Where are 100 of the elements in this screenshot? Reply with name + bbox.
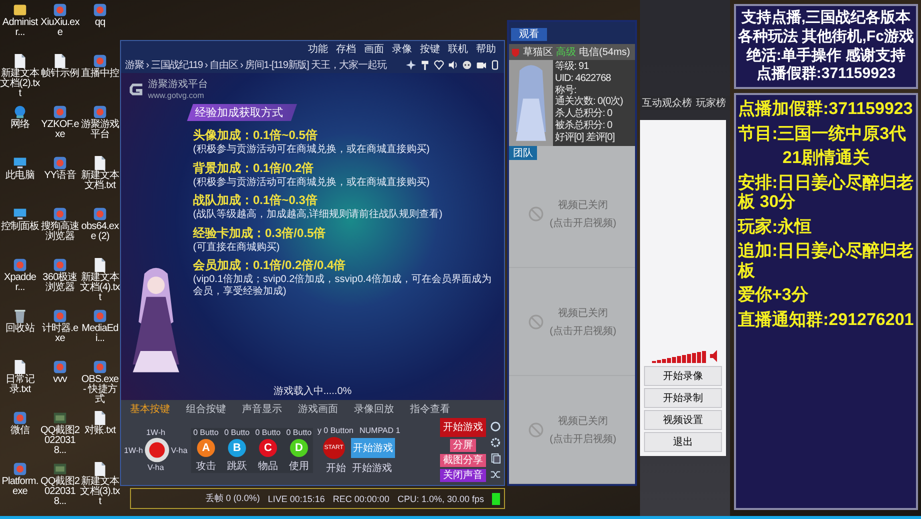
shortcut-label: YY语音 [43,171,77,181]
ranking-tab[interactable]: 玩家榜 [696,96,726,110]
recorder-button[interactable]: 视频设置 [644,410,722,430]
desktop-shortcut[interactable]: 此电脑 [0,153,40,204]
profile-stat: 被杀总积分: 0 [555,120,614,132]
menu-item[interactable]: 功能 [308,42,328,56]
shuffle-icon[interactable] [490,468,501,480]
desktop-shortcut[interactable]: qq [80,0,120,51]
menu-item[interactable]: 按键 [420,42,440,56]
joystick-icon[interactable] [144,437,170,463]
desktop-shortcut[interactable]: 微信 [0,408,40,459]
desktop-shortcut[interactable]: 360极速浏览器 [40,255,80,306]
signal-label: 高级 [556,46,576,59]
desktop-shortcut[interactable]: OBS.exe - 快捷方式 [80,357,120,408]
desktop-shortcut[interactable]: 控制面板 [0,204,40,255]
app-icon [93,53,107,69]
desktop-shortcut[interactable]: 回收站 [0,306,40,357]
watch-tab[interactable]: 观看 [511,28,547,41]
shortcut-label: OBS.exe - 快捷方式 [80,375,120,405]
app-icon [93,104,107,120]
video-hint: (点击开启视频) [550,432,616,446]
sparkle-icon[interactable] [406,60,416,70]
shortcut-label: 游聚游戏平台 [80,120,120,140]
panel-tab[interactable]: 指令查看 [410,402,450,416]
desktop-shortcut[interactable]: QQ截图20220318... [40,408,80,459]
copy-icon[interactable] [490,452,501,464]
desktop-shortcut[interactable]: YZKOF.exe [40,102,80,153]
shortcut-label: Platform.exe [0,477,40,497]
monitor-icon [13,155,27,171]
bonus-note: (vip0.1倍加成；svip0.2倍加成，ssvip0.4倍加成，可在会员界面成为会员，享受经验加成) [193,274,492,297]
app-icon [53,206,67,222]
speaker-icon[interactable] [448,60,458,70]
menu-item[interactable]: 画面 [364,42,384,56]
key-binding: NUMPAD 1 [359,426,400,434]
desktop-shortcut[interactable]: 新建文本文档(2).txt [0,51,40,102]
shortcut-label: 对账.txt [84,426,117,436]
desktop-shortcut[interactable]: 游聚游戏平台 [80,102,120,153]
menu-item[interactable]: 录像 [392,42,412,56]
image-file-icon [53,461,67,477]
desktop-shortcut[interactable]: Administr... [0,0,40,51]
action-button[interactable]: 分屏 [450,439,476,452]
refresh-icon[interactable] [490,420,501,432]
app-icon [93,308,107,324]
arcade-button[interactable]: C [258,438,277,456]
desktop-shortcut[interactable]: 计时器.exe [40,306,80,357]
schedule-line: 爱你+3分 [738,285,810,305]
recorder-button[interactable]: 开始录像 [644,366,722,386]
desktop-shortcut[interactable]: YY语音 [40,153,80,204]
user-folder-icon [13,2,27,18]
panel-tab[interactable]: 声音显示 [242,402,282,416]
settings-icon[interactable] [490,436,501,448]
key-binding: 1W-h [124,446,143,454]
desktop-shortcut[interactable]: 新建文本文档.txt [80,153,120,204]
key-binding: 0 Butto [224,428,250,436]
panel-tab[interactable]: 组合按键 [186,402,226,416]
recorder-button[interactable]: 开始录制 [644,388,722,408]
shortcut-label: qq [94,18,106,28]
action-button[interactable]: 截图分享 [440,454,486,467]
app-icon [53,359,67,375]
shortcut-label: 回收站 [4,324,36,334]
shortcut-label: 新建文本文档(4).txt [80,273,120,303]
desktop-shortcut[interactable]: 新建文本文档(3).txt [80,459,120,510]
menu-item[interactable]: 帮助 [476,42,496,56]
desktop-shortcut[interactable]: MediaEdi... [80,306,120,357]
heart-icon[interactable] [434,60,444,70]
desktop-shortcut[interactable]: 新建文本文档(4).txt [80,255,120,306]
app-icon [93,359,107,375]
schedule-line: 节目:三国一统中原3代 [738,124,908,144]
panel-tab[interactable]: 基本按键 [130,402,170,416]
desktop-shortcut[interactable]: Xpadder... [0,255,40,306]
shortcut-label: 微信 [9,426,31,436]
desktop-shortcut[interactable]: Platform.exe [0,459,40,510]
key-binding: V-ha [170,446,188,454]
action-button[interactable]: 开始游戏 [440,418,486,437]
desktop-shortcut[interactable]: QQ截图20220318... [40,459,80,510]
document-icon [53,53,67,69]
desktop-shortcut[interactable]: obs64.exe (2) [80,204,120,255]
bonus-title: 背景加成：0.1倍/0.2倍 [193,160,315,176]
desktop-shortcut[interactable]: 对账.txt [80,408,120,459]
menu-item[interactable]: 存档 [336,42,356,56]
profile-stat: 杀人总积分: 0 [555,108,614,120]
desktop-shortcut[interactable]: 日常记录.txt [0,357,40,408]
phone-icon[interactable] [490,60,500,70]
desktop-shortcut[interactable]: 帧针示例 [40,51,80,102]
desktop-shortcut[interactable]: vvv [40,357,80,408]
desktop-shortcut[interactable]: 网络 [0,102,40,153]
menu-item[interactable]: 联机 [448,42,468,56]
desktop-shortcut[interactable]: XiuXiu.exe [40,0,80,51]
action-button[interactable]: 关闭声音 [440,469,486,482]
camera-icon[interactable] [476,60,486,70]
shortcut-label: XiuXiu.exe [40,18,80,38]
recorder-button[interactable]: 退出 [644,432,722,452]
desktop-shortcut[interactable]: 直播中控 [80,51,120,102]
panel-tab[interactable]: 录像回放 [354,402,394,416]
loading-text: 游戏载入中.....0% [272,384,353,398]
ranking-tab[interactable]: 互动观众榜 [642,96,692,110]
desktop-shortcut[interactable]: 搜狗高速浏览器 [40,204,80,255]
panel-tab[interactable]: 游戏画面 [298,402,338,416]
status-text: CPU: 1.0%, 30.00 fps [397,494,484,504]
bonus-title: 经验卡加成：0.3倍/0.5倍 [193,224,327,242]
